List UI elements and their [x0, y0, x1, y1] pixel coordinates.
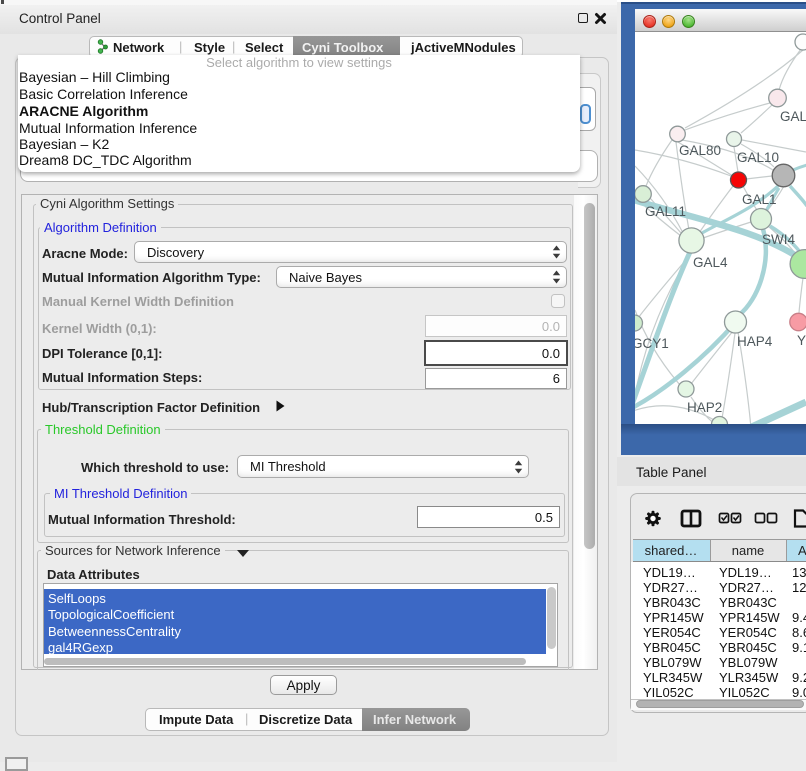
svg-text:GAL4: GAL4 — [693, 255, 728, 270]
svg-text:YJ: YJ — [797, 333, 806, 348]
svg-text:GAL11: GAL11 — [645, 204, 686, 219]
svg-text:GAL: GAL — [780, 109, 806, 124]
svg-text:GAL80: GAL80 — [679, 143, 721, 158]
svg-text:GAL10: GAL10 — [737, 150, 779, 165]
svg-text:SWI4: SWI4 — [762, 232, 795, 247]
svg-text:GCY1: GCY1 — [635, 336, 669, 351]
svg-text:GAL1: GAL1 — [742, 192, 777, 207]
svg-text:HAP2: HAP2 — [687, 400, 722, 415]
svg-text:HAP4: HAP4 — [737, 334, 773, 349]
